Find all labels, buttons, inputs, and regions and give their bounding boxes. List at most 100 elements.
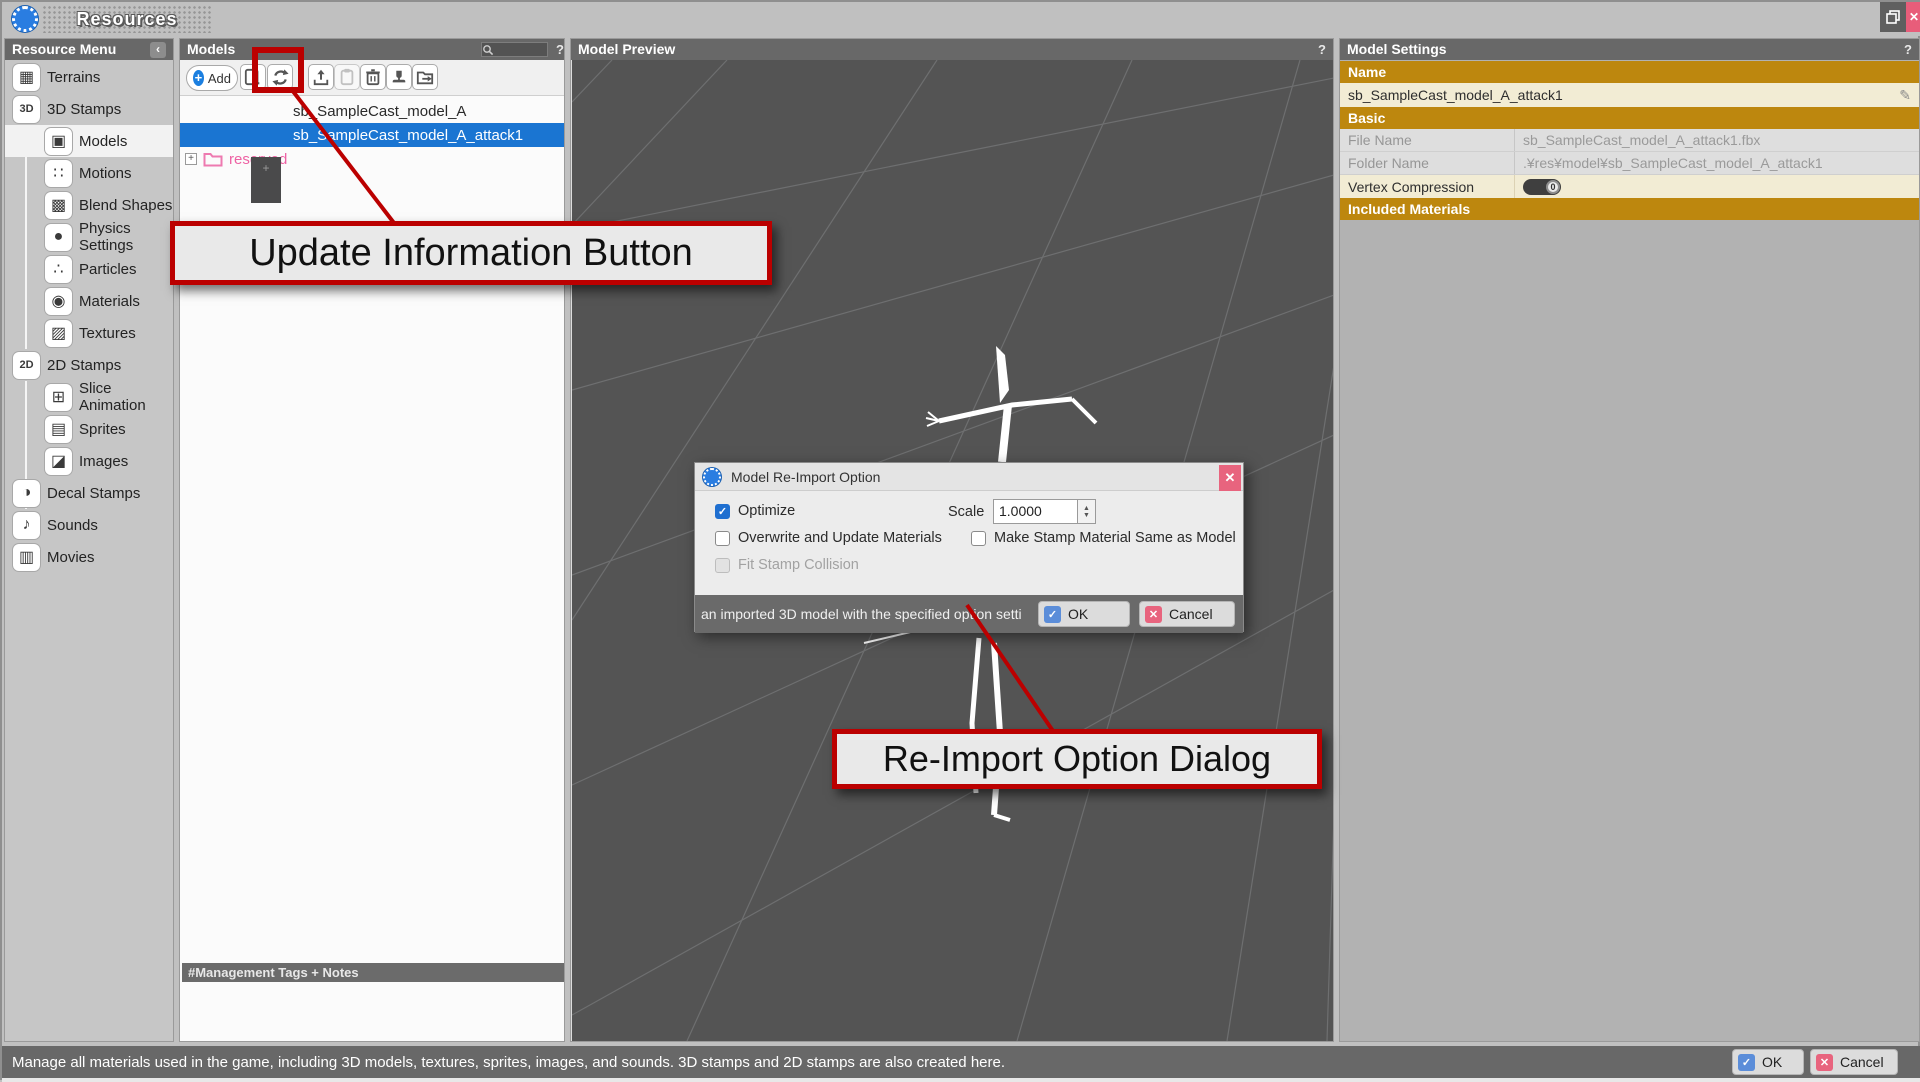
- vertex-compression-toggle[interactable]: 0: [1523, 179, 1561, 195]
- blend-shapes-icon: ▩: [45, 192, 72, 219]
- models-panel: Models ? + Add: [179, 38, 565, 1042]
- dialog-app-icon: [703, 468, 721, 486]
- status-bar-text: Manage all materials used in the game, i…: [12, 1054, 1005, 1071]
- vertex-compression-row: Vertex Compression 0: [1340, 175, 1919, 198]
- close-window-button[interactable]: ✕: [1906, 2, 1920, 32]
- app-icon: [12, 6, 38, 32]
- dialog-ok-button[interactable]: ✓ OK: [1038, 601, 1130, 627]
- restore-icon: [1886, 10, 1900, 24]
- expand-icon[interactable]: +: [185, 153, 197, 165]
- models-search-input[interactable]: [494, 44, 542, 56]
- sidebar-item-terrains[interactable]: ▦Terrains: [5, 61, 173, 93]
- resource-menu-title: Resource Menu: [12, 39, 116, 60]
- restore-window-button[interactable]: [1880, 2, 1906, 32]
- models-search[interactable]: [481, 42, 548, 57]
- delete-button[interactable]: [360, 64, 386, 90]
- scale-spinner[interactable]: ▲ ▼: [1078, 499, 1096, 524]
- decal-stamps-icon: ◑: [13, 480, 40, 507]
- sidebar-item-motions[interactable]: ∷Motions: [5, 157, 173, 189]
- sidebar-item-sounds[interactable]: ♪Sounds: [5, 509, 173, 541]
- sidebar-item-materials[interactable]: ◉Materials: [5, 285, 173, 317]
- make-stamp-material-checkbox[interactable]: Make Stamp Material Same as Model: [971, 530, 1236, 546]
- dialog-title-bar[interactable]: Model Re-Import Option: [695, 463, 1243, 491]
- scale-input[interactable]: 1.0000: [993, 499, 1078, 524]
- motions-icon: ∷: [45, 160, 72, 187]
- terrains-icon: ▦: [13, 64, 40, 91]
- sidebar-item-models[interactable]: ▣Models: [5, 125, 173, 157]
- resource-menu-header: Resource Menu ‹: [5, 39, 173, 60]
- model-name-field[interactable]: sb_SampleCast_model_A_attack1 ✎: [1340, 83, 1919, 107]
- import-icon: [312, 68, 330, 86]
- management-tags-bar[interactable]: #Management Tags + Notes: [182, 963, 564, 982]
- stamp-button[interactable]: [386, 64, 412, 90]
- sidebar-item-blend-shapes[interactable]: ▩Blend Shapes: [5, 189, 173, 221]
- export-icon: [416, 68, 434, 86]
- file-name-row: File Name sb_SampleCast_model_A_attack1.…: [1340, 129, 1919, 152]
- tree-row-model-a[interactable]: sb_SampleCast_model_A: [180, 99, 564, 123]
- dialog-status-text: an imported 3D model with the specified …: [695, 606, 1031, 622]
- sidebar-item-movies[interactable]: ▥Movies: [5, 541, 173, 573]
- cross-icon: ✕: [1816, 1054, 1833, 1071]
- models-toolbar: + Add: [180, 60, 564, 96]
- dialog-title: Model Re-Import Option: [731, 469, 880, 485]
- import-model-button[interactable]: [308, 64, 334, 90]
- search-icon: [482, 44, 494, 56]
- tree-row-model-a-attack1[interactable]: sb_SampleCast_model_A_attack1: [180, 123, 564, 147]
- checkbox-icon: [971, 531, 986, 546]
- model-thumbnail: +: [251, 157, 281, 203]
- ok-button[interactable]: ✓ OK: [1732, 1049, 1804, 1075]
- slice-animation-icon: ⊞: [45, 384, 72, 411]
- model-settings-header: Model Settings ?: [1340, 39, 1919, 60]
- 2d-stamps-icon: 2D: [13, 352, 40, 379]
- sprites-icon: ▤: [45, 416, 72, 443]
- dialog-footer: an imported 3D model with the specified …: [695, 595, 1243, 633]
- toggle-knob: 0: [1546, 180, 1560, 194]
- sidebar-item-2d-stamps[interactable]: 2D2D Stamps: [5, 349, 173, 381]
- title-bar: Resources ✕: [2, 2, 1920, 36]
- sidebar-item-3d-stamps[interactable]: 3D3D Stamps: [5, 93, 173, 125]
- cancel-button[interactable]: ✕ Cancel: [1810, 1049, 1898, 1075]
- materials-icon: ◉: [45, 288, 72, 315]
- model-settings-help[interactable]: ?: [1904, 39, 1912, 60]
- checkbox-checked-icon: ✓: [715, 504, 730, 519]
- sidebar-item-decal-stamps[interactable]: ◑Decal Stamps: [5, 477, 173, 509]
- checkbox-icon: [715, 531, 730, 546]
- window-title: Resources: [42, 5, 212, 33]
- stamp-icon: [390, 68, 408, 86]
- model-preview-help[interactable]: ?: [1318, 39, 1326, 60]
- sidebar-item-sprites[interactable]: ▤Sprites: [5, 413, 173, 445]
- collapse-sidebar-button[interactable]: ‹: [150, 42, 166, 58]
- sidebar-item-slice-animation[interactable]: ⊞Slice Animation: [5, 381, 173, 413]
- dialog-close-button[interactable]: ✕: [1219, 465, 1241, 491]
- add-model-button[interactable]: + Add: [186, 65, 238, 91]
- export-model-button[interactable]: [412, 64, 438, 90]
- movies-icon: ▥: [13, 544, 40, 571]
- folder-icon: [203, 151, 223, 167]
- fit-stamp-collision-checkbox: Fit Stamp Collision: [715, 557, 859, 573]
- window-title-text: Resources: [76, 9, 177, 30]
- overwrite-materials-checkbox[interactable]: Overwrite and Update Materials: [715, 530, 942, 546]
- sidebar-item-textures[interactable]: ▨Textures: [5, 317, 173, 349]
- close-icon: ✕: [1225, 470, 1236, 486]
- window-bottom-edge: [2, 1078, 1920, 1082]
- folder-name-row: Folder Name .¥res¥model¥sb_SampleCast_mo…: [1340, 152, 1919, 175]
- sounds-icon: ♪: [13, 512, 40, 539]
- check-icon: ✓: [1044, 606, 1061, 623]
- sidebar-item-images[interactable]: ◪Images: [5, 445, 173, 477]
- update-information-highlight-circle: [252, 47, 304, 93]
- scale-label: Scale: [948, 504, 984, 520]
- paste-button[interactable]: [334, 64, 360, 90]
- models-icon: ▣: [45, 128, 72, 155]
- physics-settings-icon: ●: [45, 224, 72, 251]
- sidebar-item-physics-settings[interactable]: ●Physics Settings: [5, 221, 173, 253]
- models-help[interactable]: ?: [548, 39, 564, 60]
- included-materials-header: Included Materials: [1340, 198, 1919, 220]
- sidebar-item-particles[interactable]: ∴Particles: [5, 253, 173, 285]
- textures-icon: ▨: [45, 320, 72, 347]
- dialog-cancel-button[interactable]: ✕ Cancel: [1139, 601, 1235, 627]
- edit-pencil-icon[interactable]: ✎: [1899, 87, 1911, 104]
- paste-icon: [338, 68, 356, 86]
- tree-row-reserved[interactable]: + reserved: [180, 147, 564, 171]
- model-settings-title: Model Settings: [1347, 39, 1447, 60]
- optimize-checkbox[interactable]: ✓ Optimize: [715, 503, 795, 519]
